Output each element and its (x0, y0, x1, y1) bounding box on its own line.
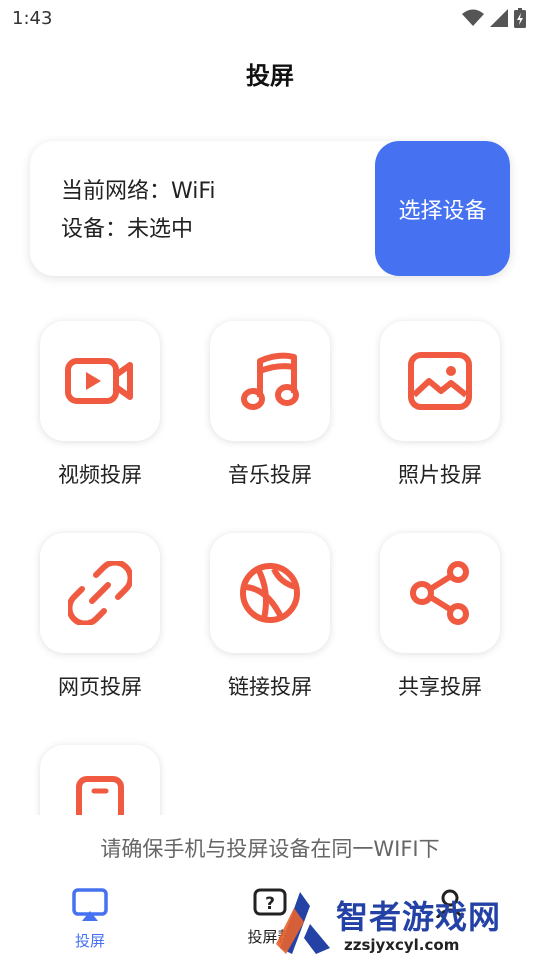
nav-item-cast[interactable]: 投屏 (45, 888, 135, 951)
music-note-icon (241, 352, 299, 410)
ball-icon (240, 563, 300, 623)
status-icons (462, 8, 526, 28)
watermark-url: zzsjyxcyl.com (344, 936, 460, 954)
link-cast-item[interactable]: 链接投屏 (210, 533, 330, 701)
cast-icon (72, 888, 108, 921)
music-cast-tile[interactable] (210, 321, 330, 441)
watermark-logo: 智者游戏网 zzsjyxcyl.com (270, 884, 540, 960)
page-title: 投屏 (246, 62, 294, 90)
info-lines: 当前网络：WiFi 设备：未选中 (61, 173, 216, 249)
link-cast-tile[interactable] (210, 533, 330, 653)
screen-cast-tile[interactable] (40, 745, 160, 815)
video-cast-item[interactable]: 视频投屏 (40, 321, 160, 489)
nav-label-cast: 投屏 (74, 932, 105, 950)
status-time: 1:43 (12, 7, 53, 29)
web-cast-item[interactable]: 网页投屏 (40, 533, 160, 701)
wifi-hint-text: 请确保手机与投屏设备在同一WIFI下 (100, 837, 440, 861)
network-info-card: 当前网络：WiFi 设备：未选中 选择设备 (30, 141, 510, 276)
share-cast-item[interactable]: 共享投屏 (380, 533, 500, 701)
web-cast-tile[interactable] (40, 533, 160, 653)
link-cast-label: 链接投屏 (228, 675, 312, 699)
cell-signal-icon (490, 9, 508, 27)
network-status-text: 当前网络：WiFi (61, 179, 216, 204)
watermark-title: 智者游戏网 (336, 898, 502, 936)
video-cast-label: 视频投屏 (58, 463, 142, 487)
feature-grid: 视频投屏 音乐投屏 照片投屏 网页投屏 链接投屏 共享投屏 (0, 300, 540, 815)
photo-cast-label: 照片投屏 (398, 463, 482, 487)
video-cast-tile[interactable] (40, 321, 160, 441)
share-cast-label: 共享投屏 (398, 675, 482, 699)
wifi-icon (462, 9, 484, 26)
photo-cast-item[interactable]: 照片投屏 (380, 321, 500, 489)
status-bar: 1:43 (0, 0, 540, 36)
image-icon (408, 352, 472, 410)
music-cast-label: 音乐投屏 (228, 463, 312, 487)
device-status-text: 设备：未选中 (61, 217, 194, 242)
music-cast-item[interactable]: 音乐投屏 (210, 321, 330, 489)
share-icon (410, 561, 469, 625)
phone-icon (76, 776, 124, 815)
share-cast-tile[interactable] (380, 533, 500, 653)
screen-cast-item[interactable] (40, 745, 160, 815)
photo-cast-tile[interactable] (380, 321, 500, 441)
watermark-emblem-icon (276, 892, 330, 954)
battery-icon (514, 8, 526, 28)
web-cast-label: 网页投屏 (58, 675, 142, 699)
select-device-button[interactable]: 选择设备 (375, 141, 510, 276)
video-camera-icon (65, 358, 133, 404)
link-icon (68, 561, 132, 625)
